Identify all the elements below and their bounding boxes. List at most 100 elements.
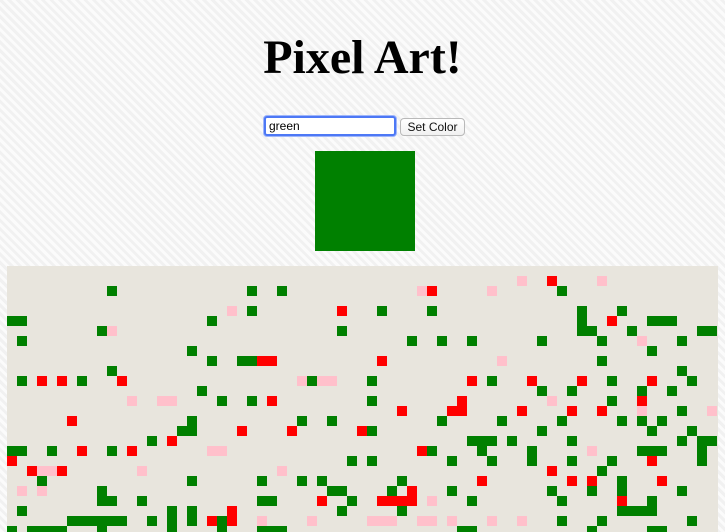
painted-pixel[interactable] bbox=[617, 496, 627, 506]
painted-pixel[interactable] bbox=[317, 496, 327, 506]
painted-pixel[interactable] bbox=[367, 426, 377, 436]
painted-pixel[interactable] bbox=[207, 316, 217, 326]
painted-pixel[interactable] bbox=[427, 446, 437, 456]
painted-pixel[interactable] bbox=[667, 386, 677, 396]
painted-pixel[interactable] bbox=[677, 486, 687, 496]
painted-pixel[interactable] bbox=[547, 276, 557, 286]
painted-pixel[interactable] bbox=[657, 526, 667, 532]
painted-pixel[interactable] bbox=[557, 416, 567, 426]
painted-pixel[interactable] bbox=[57, 466, 67, 476]
painted-pixel[interactable] bbox=[377, 356, 387, 366]
painted-pixel[interactable] bbox=[77, 446, 87, 456]
painted-pixel[interactable] bbox=[447, 516, 457, 526]
painted-pixel[interactable] bbox=[597, 336, 607, 346]
painted-pixel[interactable] bbox=[557, 286, 567, 296]
painted-pixel[interactable] bbox=[17, 336, 27, 346]
painted-pixel[interactable] bbox=[657, 476, 667, 486]
painted-pixel[interactable] bbox=[437, 336, 447, 346]
painted-pixel[interactable] bbox=[677, 366, 687, 376]
painted-pixel[interactable] bbox=[167, 506, 177, 516]
painted-pixel[interactable] bbox=[567, 476, 577, 486]
painted-pixel[interactable] bbox=[647, 506, 657, 516]
painted-pixel[interactable] bbox=[187, 416, 197, 426]
painted-pixel[interactable] bbox=[487, 286, 497, 296]
painted-pixel[interactable] bbox=[707, 406, 717, 416]
painted-pixel[interactable] bbox=[577, 316, 587, 326]
painted-pixel[interactable] bbox=[497, 416, 507, 426]
painted-pixel[interactable] bbox=[257, 496, 267, 506]
painted-pixel[interactable] bbox=[467, 376, 477, 386]
painted-pixel[interactable] bbox=[487, 456, 497, 466]
painted-pixel[interactable] bbox=[97, 486, 107, 496]
painted-pixel[interactable] bbox=[47, 526, 57, 532]
painted-pixel[interactable] bbox=[607, 456, 617, 466]
painted-pixel[interactable] bbox=[547, 396, 557, 406]
painted-pixel[interactable] bbox=[57, 526, 67, 532]
painted-pixel[interactable] bbox=[467, 526, 477, 532]
painted-pixel[interactable] bbox=[257, 356, 267, 366]
painted-pixel[interactable] bbox=[347, 496, 357, 506]
painted-pixel[interactable] bbox=[697, 446, 707, 456]
painted-pixel[interactable] bbox=[377, 306, 387, 316]
painted-pixel[interactable] bbox=[647, 446, 657, 456]
painted-pixel[interactable] bbox=[417, 446, 427, 456]
painted-pixel[interactable] bbox=[47, 446, 57, 456]
painted-pixel[interactable] bbox=[287, 426, 297, 436]
painted-pixel[interactable] bbox=[357, 426, 367, 436]
painted-pixel[interactable] bbox=[47, 466, 57, 476]
painted-pixel[interactable] bbox=[637, 336, 647, 346]
painted-pixel[interactable] bbox=[467, 436, 477, 446]
painted-pixel[interactable] bbox=[647, 456, 657, 466]
painted-pixel[interactable] bbox=[697, 436, 707, 446]
painted-pixel[interactable] bbox=[637, 386, 647, 396]
set-color-button[interactable]: Set Color bbox=[400, 118, 465, 136]
painted-pixel[interactable] bbox=[607, 316, 617, 326]
painted-pixel[interactable] bbox=[647, 526, 657, 532]
painted-pixel[interactable] bbox=[227, 306, 237, 316]
painted-pixel[interactable] bbox=[477, 446, 487, 456]
painted-pixel[interactable] bbox=[397, 496, 407, 506]
painted-pixel[interactable] bbox=[37, 486, 47, 496]
painted-pixel[interactable] bbox=[707, 436, 717, 446]
painted-pixel[interactable] bbox=[647, 426, 657, 436]
painted-pixel[interactable] bbox=[607, 396, 617, 406]
painted-pixel[interactable] bbox=[237, 356, 247, 366]
painted-pixel[interactable] bbox=[477, 436, 487, 446]
painted-pixel[interactable] bbox=[587, 446, 597, 456]
painted-pixel[interactable] bbox=[577, 326, 587, 336]
painted-pixel[interactable] bbox=[337, 486, 347, 496]
painted-pixel[interactable] bbox=[247, 286, 257, 296]
painted-pixel[interactable] bbox=[487, 436, 497, 446]
painted-pixel[interactable] bbox=[537, 386, 547, 396]
painted-pixel[interactable] bbox=[547, 486, 557, 496]
painted-pixel[interactable] bbox=[427, 496, 437, 506]
painted-pixel[interactable] bbox=[367, 376, 377, 386]
painted-pixel[interactable] bbox=[337, 506, 347, 516]
painted-pixel[interactable] bbox=[297, 376, 307, 386]
painted-pixel[interactable] bbox=[587, 486, 597, 496]
painted-pixel[interactable] bbox=[187, 346, 197, 356]
painted-pixel[interactable] bbox=[617, 416, 627, 426]
painted-pixel[interactable] bbox=[577, 306, 587, 316]
painted-pixel[interactable] bbox=[107, 496, 117, 506]
painted-pixel[interactable] bbox=[647, 496, 657, 506]
painted-pixel[interactable] bbox=[537, 426, 547, 436]
painted-pixel[interactable] bbox=[77, 376, 87, 386]
painted-pixel[interactable] bbox=[617, 476, 627, 486]
painted-pixel[interactable] bbox=[627, 506, 637, 516]
painted-pixel[interactable] bbox=[597, 276, 607, 286]
painted-pixel[interactable] bbox=[137, 466, 147, 476]
painted-pixel[interactable] bbox=[487, 376, 497, 386]
painted-pixel[interactable] bbox=[677, 436, 687, 446]
painted-pixel[interactable] bbox=[7, 446, 17, 456]
painted-pixel[interactable] bbox=[587, 526, 597, 532]
painted-pixel[interactable] bbox=[387, 496, 397, 506]
painted-pixel[interactable] bbox=[167, 396, 177, 406]
painted-pixel[interactable] bbox=[227, 506, 237, 516]
painted-pixel[interactable] bbox=[247, 356, 257, 366]
painted-pixel[interactable] bbox=[307, 516, 317, 526]
painted-pixel[interactable] bbox=[517, 406, 527, 416]
painted-pixel[interactable] bbox=[307, 376, 317, 386]
painted-pixel[interactable] bbox=[667, 316, 677, 326]
painted-pixel[interactable] bbox=[697, 456, 707, 466]
